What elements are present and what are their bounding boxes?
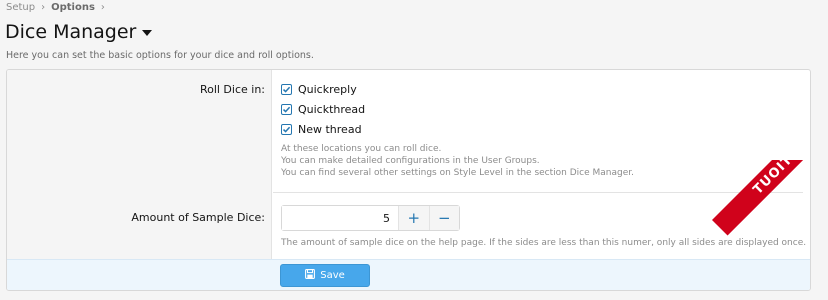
- options-form: Roll Dice in: Quickreply Quickthread New…: [6, 69, 811, 291]
- row-divider: [273, 192, 803, 193]
- checkbox-new-thread[interactable]: New thread: [281, 123, 362, 136]
- page-description: Here you can set the basic options for y…: [6, 50, 314, 61]
- checkbox-quickthread[interactable]: Quickthread: [281, 103, 365, 116]
- roll-dice-hint: At these locations you can roll dice. Yo…: [281, 143, 634, 179]
- breadcrumb-item-options[interactable]: Options: [51, 2, 95, 13]
- breadcrumb-separator-icon: ›: [100, 2, 105, 13]
- checkbox-quickreply[interactable]: Quickreply: [281, 83, 357, 96]
- checkbox-label: New thread: [298, 123, 362, 136]
- save-label: Save: [320, 270, 345, 281]
- hint-line: At these locations you can roll dice.: [281, 144, 442, 154]
- minus-icon: −: [437, 209, 451, 227]
- sample-dice-stepper[interactable]: + −: [281, 205, 460, 231]
- checkbox-label: Quickthread: [298, 103, 366, 116]
- caret-down-icon[interactable]: [142, 30, 153, 36]
- checkbox-checked-icon[interactable]: [281, 84, 292, 95]
- sample-dice-hint: The amount of sample dice on the help pa…: [281, 238, 807, 248]
- sample-dice-input[interactable]: [282, 206, 398, 230]
- checkbox-checked-icon[interactable]: [281, 124, 292, 135]
- hint-line: You can make detailed configurations in …: [281, 156, 540, 166]
- page-title-row[interactable]: Dice Manager: [5, 21, 153, 43]
- form-footer: Save: [7, 259, 810, 290]
- increment-button[interactable]: +: [398, 206, 429, 230]
- plus-icon: +: [407, 209, 421, 227]
- breadcrumb-separator-icon: ›: [41, 2, 46, 13]
- checkbox-label: Quickreply: [298, 83, 357, 96]
- save-icon: [305, 269, 316, 282]
- label-column: [7, 70, 272, 259]
- checkbox-checked-icon[interactable]: [281, 104, 292, 115]
- breadcrumb-item-setup[interactable]: Setup: [6, 2, 35, 13]
- page-title: Dice Manager: [5, 21, 137, 43]
- decrement-button[interactable]: −: [428, 206, 459, 230]
- hint-line: You can find several other settings on S…: [281, 168, 634, 178]
- roll-dice-label: Roll Dice in:: [199, 83, 265, 96]
- breadcrumb: Setup › Options ›: [6, 2, 105, 13]
- save-button[interactable]: Save: [280, 264, 370, 287]
- sample-dice-label: Amount of Sample Dice:: [131, 211, 265, 224]
